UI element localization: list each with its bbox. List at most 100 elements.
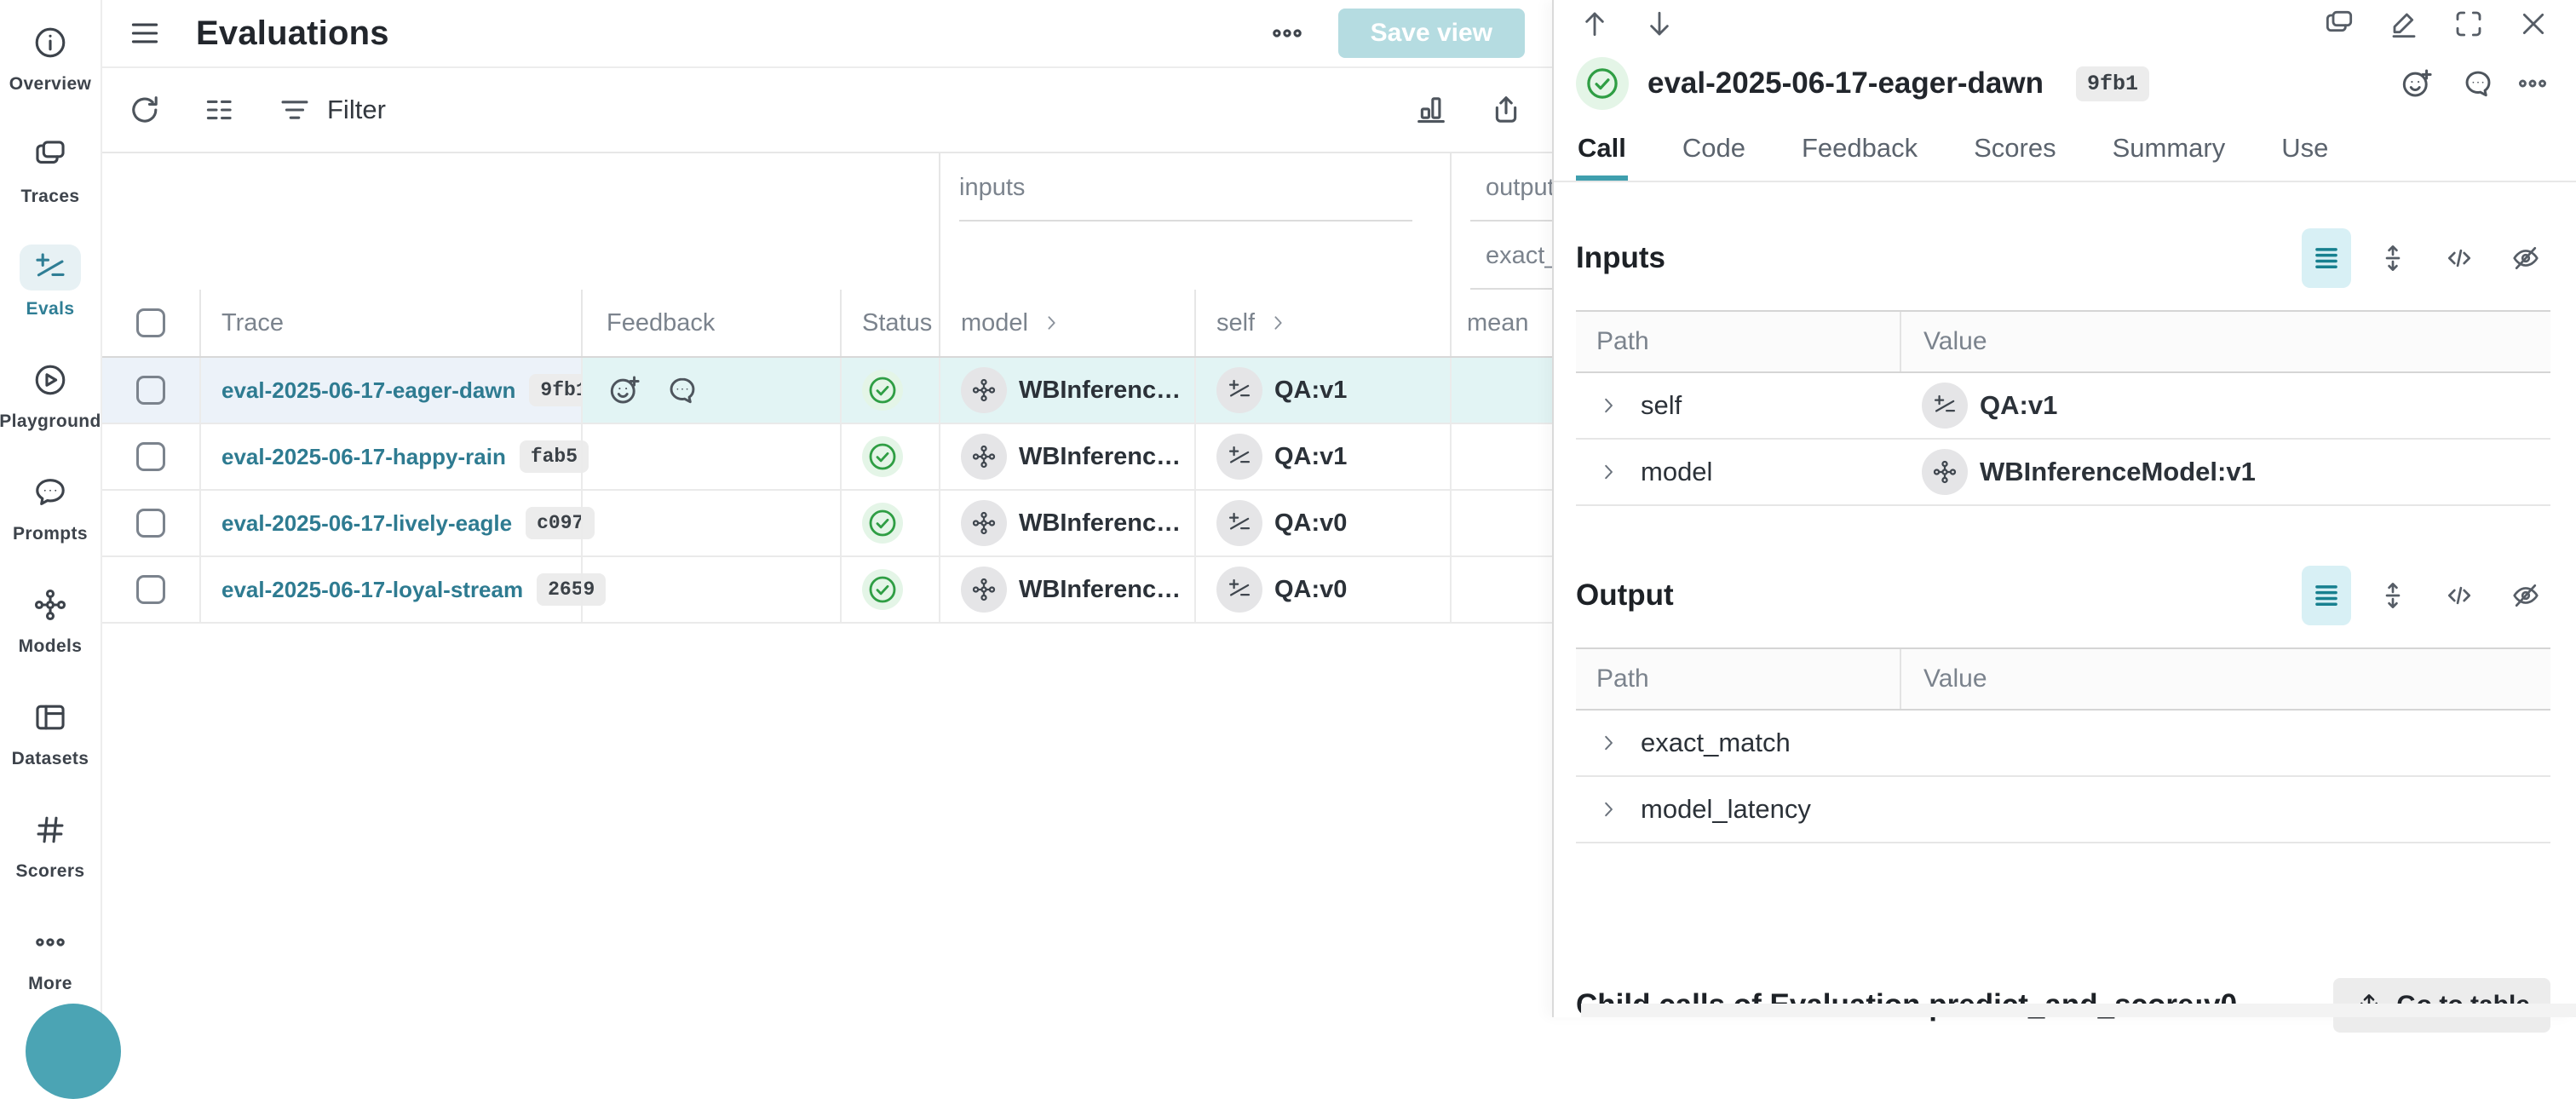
view-as-table-button[interactable] — [2302, 228, 2351, 288]
inputs-heading: Inputs — [1576, 241, 1665, 275]
close-icon[interactable] — [2516, 7, 2550, 41]
evals-icon — [20, 245, 81, 291]
trace-link[interactable]: eval-2025-06-17-happy-rain — [221, 444, 506, 470]
comment-icon[interactable] — [664, 372, 700, 408]
sidebar-item-scorers[interactable]: Scorers — [0, 789, 101, 900]
model-ref[interactable]: WBInferenceModel:v1 — [961, 367, 1194, 413]
add-reaction-icon[interactable] — [2399, 66, 2435, 101]
open-in-trace-icon[interactable] — [2322, 7, 2356, 41]
inputs-section-header: Inputs — [1576, 228, 2550, 288]
table-header: inputs output exact_match Trace Feedback… — [102, 153, 1552, 358]
prev-call-icon[interactable] — [1578, 7, 1612, 41]
sidebar-item-evals[interactable]: Evals — [0, 227, 101, 337]
column-header-status[interactable]: Status — [840, 290, 939, 356]
add-reaction-icon[interactable] — [607, 372, 642, 408]
select-all-checkbox[interactable] — [136, 308, 165, 337]
view-as-table-button[interactable] — [2302, 566, 2351, 625]
sidebar-collapse-icon[interactable] — [126, 14, 164, 52]
model-ref[interactable]: WBInferenceModel:v1 — [961, 500, 1194, 546]
column-header-model[interactable]: model — [939, 290, 1194, 356]
panel-body: Inputs Path Value self QA:v1 model WBInf… — [1554, 228, 2576, 1033]
trace-link[interactable]: eval-2025-06-17-loyal-stream — [221, 577, 523, 603]
expand-all-button[interactable] — [2368, 566, 2418, 625]
row-checkbox[interactable] — [136, 442, 165, 471]
view-as-code-button[interactable] — [2435, 228, 2484, 288]
tab-code[interactable]: Code — [1681, 119, 1747, 181]
fullscreen-icon[interactable] — [2452, 7, 2486, 41]
chevron-right-icon[interactable] — [1596, 731, 1620, 755]
column-header-mean[interactable]: mean — [1450, 290, 1552, 356]
hide-empty-button[interactable] — [2501, 566, 2550, 625]
next-call-icon[interactable] — [1642, 7, 1676, 41]
sidebar-item-overview[interactable]: Overview — [0, 2, 101, 112]
trace-link[interactable]: eval-2025-06-17-lively-eagle — [221, 510, 512, 537]
edit-icon[interactable] — [2387, 7, 2421, 41]
sidebar-item-models[interactable]: Models — [0, 564, 101, 675]
tab-use[interactable]: Use — [2280, 119, 2330, 181]
sidebar-item-playground[interactable]: Playground — [0, 339, 101, 450]
self-ref[interactable]: QA:v0 — [1216, 500, 1347, 546]
filter-icon — [276, 91, 313, 129]
sidebar-item-label: Datasets — [12, 749, 89, 769]
group-header-row-1: inputs output — [102, 153, 1552, 222]
self-ref[interactable]: QA:v1 — [1216, 367, 1347, 413]
output-row-model-latency: model_latency — [1576, 777, 2550, 843]
table-row[interactable]: eval-2025-06-17-eager-dawn 9fb1 WBInfere… — [102, 358, 1552, 424]
row-checkbox[interactable] — [136, 376, 165, 405]
chevron-right-icon[interactable] — [1596, 460, 1620, 484]
chevron-right-icon[interactable] — [1596, 394, 1620, 417]
value-column-header: Value — [1900, 649, 2550, 709]
chevron-right-icon[interactable] — [1596, 797, 1620, 821]
tab-scores[interactable]: Scores — [1972, 119, 2057, 181]
row-checkbox[interactable] — [136, 509, 165, 538]
column-header-trace[interactable]: Trace — [199, 290, 581, 356]
code-icon — [2443, 242, 2475, 274]
sidebar-item-traces[interactable]: Traces — [0, 114, 101, 225]
self-ref[interactable]: QA:v1 — [1216, 434, 1347, 480]
playground-icon — [20, 357, 81, 403]
column-header-feedback[interactable]: Feedback — [581, 290, 840, 356]
status-success-icon — [862, 370, 903, 411]
eye-off-icon — [2510, 242, 2542, 274]
table-row[interactable]: eval-2025-06-17-lively-eagle c097 WBInfe… — [102, 491, 1552, 557]
row-density-icon[interactable] — [201, 91, 239, 129]
refresh-icon[interactable] — [126, 91, 164, 129]
tab-call[interactable]: Call — [1576, 119, 1628, 181]
sidebar-item-label: Scorers — [15, 861, 84, 882]
model-ref[interactable]: WBInferenceModel:v1 — [961, 434, 1194, 480]
model-ref[interactable]: WBInferenceModel:v1 — [961, 567, 1194, 613]
model-ref[interactable]: WBInferenceModel:v1 — [1922, 449, 2256, 495]
call-id-chip[interactable]: 9fb1 — [2076, 66, 2149, 101]
hide-empty-button[interactable] — [2501, 228, 2550, 288]
tab-feedback[interactable]: Feedback — [1800, 119, 1919, 181]
export-icon[interactable] — [1487, 91, 1525, 129]
expand-all-button[interactable] — [2368, 228, 2418, 288]
help-fab[interactable] — [26, 1004, 121, 1099]
column-header-self[interactable]: self — [1194, 290, 1450, 356]
model-icon — [961, 367, 1007, 413]
self-ref[interactable]: QA:v0 — [1216, 567, 1347, 613]
value-column-header: Value — [1900, 312, 2550, 371]
save-view-button[interactable]: Save view — [1338, 9, 1525, 58]
call-overflow-icon[interactable] — [2515, 66, 2550, 101]
tab-summary[interactable]: Summary — [2111, 119, 2228, 181]
output-row-exact-match: exact_match — [1576, 711, 2550, 777]
inputs-row-self: self QA:v1 — [1576, 373, 2550, 440]
trace-id-chip[interactable]: fab5 — [520, 440, 589, 473]
sidebar-item-prompts[interactable]: Prompts — [0, 452, 101, 562]
sidebar-item-more[interactable]: More — [0, 901, 101, 1012]
inputs-table-header: Path Value — [1576, 310, 2550, 373]
self-ref[interactable]: QA:v1 — [1922, 383, 2057, 429]
view-as-code-button[interactable] — [2435, 566, 2484, 625]
view-overflow-icon[interactable] — [1268, 14, 1306, 52]
comment-icon[interactable] — [2460, 66, 2496, 101]
trace-link[interactable]: eval-2025-06-17-eager-dawn — [221, 377, 515, 404]
table-row[interactable]: eval-2025-06-17-happy-rain fab5 WBInfere… — [102, 424, 1552, 491]
sidebar-item-datasets[interactable]: Datasets — [0, 676, 101, 787]
row-checkbox[interactable] — [136, 575, 165, 604]
evals-icon — [1216, 567, 1262, 613]
table-row[interactable]: eval-2025-06-17-loyal-stream 2659 WBInfe… — [102, 557, 1552, 624]
sidebar-item-label: Prompts — [13, 524, 88, 544]
charts-icon[interactable] — [1412, 91, 1450, 129]
filter-button[interactable]: Filter — [276, 91, 386, 129]
